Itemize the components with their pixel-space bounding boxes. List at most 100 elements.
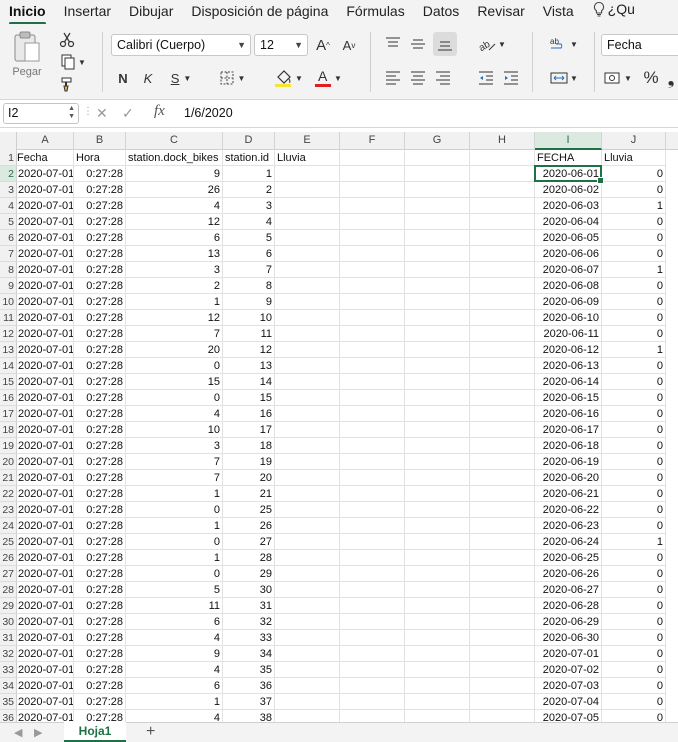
fill-color-button[interactable]: ▼	[268, 65, 308, 91]
cell-j23[interactable]: 0	[602, 502, 666, 518]
row-header[interactable]: 29	[0, 598, 17, 614]
align-center-button[interactable]	[408, 68, 428, 88]
cell-g26[interactable]	[405, 550, 470, 566]
cell-h33[interactable]	[470, 662, 535, 678]
cell-i30[interactable]: 2020-06-29	[535, 614, 602, 630]
cell-j8[interactable]: 1	[602, 262, 666, 278]
cell-g14[interactable]	[405, 358, 470, 374]
cell-f33[interactable]	[340, 662, 405, 678]
cell-g27[interactable]	[405, 566, 470, 582]
cell-j32[interactable]: 0	[602, 646, 666, 662]
cell-h12[interactable]	[470, 326, 535, 342]
row-header[interactable]: 2	[0, 166, 17, 182]
cell-i17[interactable]: 2020-06-16	[535, 406, 602, 422]
cell-a16[interactable]: 2020-07-01	[17, 390, 74, 406]
cell-c29[interactable]: 11	[126, 598, 223, 614]
cell-a5[interactable]: 2020-07-01	[17, 214, 74, 230]
cell-a36[interactable]: 2020-07-01	[17, 710, 74, 722]
cell-i24[interactable]: 2020-06-23	[535, 518, 602, 534]
decrease-font-size-button[interactable]: Av	[338, 35, 360, 55]
cell-j18[interactable]: 0	[602, 422, 666, 438]
cell-h27[interactable]	[470, 566, 535, 582]
underline-button[interactable]: S ▼	[164, 67, 198, 89]
cell-i31[interactable]: 2020-06-30	[535, 630, 602, 646]
cell-f20[interactable]	[340, 454, 405, 470]
cell-i15[interactable]: 2020-06-14	[535, 374, 602, 390]
cell-d9[interactable]: 8	[223, 278, 275, 294]
cell-j4[interactable]: 1	[602, 198, 666, 214]
font-size-dropdown[interactable]: 12 ▼	[254, 34, 308, 56]
cell-f25[interactable]	[340, 534, 405, 550]
row-header[interactable]: 9	[0, 278, 17, 294]
cell-h6[interactable]	[470, 230, 535, 246]
cell-i9[interactable]: 2020-06-08	[535, 278, 602, 294]
cell-e24[interactable]	[275, 518, 340, 534]
cell-i35[interactable]: 2020-07-04	[535, 694, 602, 710]
cell-i5[interactable]: 2020-06-04	[535, 214, 602, 230]
cell-g6[interactable]	[405, 230, 470, 246]
cell-a19[interactable]: 2020-07-01	[17, 438, 74, 454]
cell-f3[interactable]	[340, 182, 405, 198]
cell-b4[interactable]: 0:27:28	[74, 198, 126, 214]
cell-e34[interactable]	[275, 678, 340, 694]
cell-i25[interactable]: 2020-06-24	[535, 534, 602, 550]
row-header[interactable]: 32	[0, 646, 17, 662]
cell-a4[interactable]: 2020-07-01	[17, 198, 74, 214]
cell-d19[interactable]: 18	[223, 438, 275, 454]
cell-h3[interactable]	[470, 182, 535, 198]
cell-h17[interactable]	[470, 406, 535, 422]
cell-f35[interactable]	[340, 694, 405, 710]
cell-d7[interactable]: 6	[223, 246, 275, 262]
cell-g31[interactable]	[405, 630, 470, 646]
column-header-a[interactable]: A	[17, 132, 74, 150]
cell-a14[interactable]: 2020-07-01	[17, 358, 74, 374]
row-header[interactable]: 23	[0, 502, 17, 518]
row-header[interactable]: 24	[0, 518, 17, 534]
comma-style-button[interactable]: ❟	[664, 68, 678, 88]
cell-c6[interactable]: 6	[126, 230, 223, 246]
cell-g30[interactable]	[405, 614, 470, 630]
row-header[interactable]: 22	[0, 486, 17, 502]
cell-a22[interactable]: 2020-07-01	[17, 486, 74, 502]
cell-c23[interactable]: 0	[126, 502, 223, 518]
cell-d20[interactable]: 19	[223, 454, 275, 470]
cell-b36[interactable]: 0:27:28	[74, 710, 126, 722]
row-header[interactable]: 7	[0, 246, 17, 262]
cell-j17[interactable]: 0	[602, 406, 666, 422]
cell-j25[interactable]: 1	[602, 534, 666, 550]
cell-h15[interactable]	[470, 374, 535, 390]
cell-d35[interactable]: 37	[223, 694, 275, 710]
cell-g25[interactable]	[405, 534, 470, 550]
cell-d23[interactable]: 25	[223, 502, 275, 518]
cell-f22[interactable]	[340, 486, 405, 502]
row-header[interactable]: 30	[0, 614, 17, 630]
cell-i11[interactable]: 2020-06-10	[535, 310, 602, 326]
cell-h24[interactable]	[470, 518, 535, 534]
column-header-i[interactable]: I	[535, 132, 602, 150]
wrap-text-button[interactable]: ab ▼	[546, 34, 582, 54]
cell-d16[interactable]: 15	[223, 390, 275, 406]
row-header[interactable]: 15	[0, 374, 17, 390]
cell-f26[interactable]	[340, 550, 405, 566]
cell-a17[interactable]: 2020-07-01	[17, 406, 74, 422]
cell-f10[interactable]	[340, 294, 405, 310]
cell-f15[interactable]	[340, 374, 405, 390]
cell-f36[interactable]	[340, 710, 405, 722]
cell-f6[interactable]	[340, 230, 405, 246]
cell-j12[interactable]: 0	[602, 326, 666, 342]
cell-d2[interactable]: 1	[223, 166, 275, 182]
cell-j35[interactable]: 0	[602, 694, 666, 710]
row-header[interactable]: 17	[0, 406, 17, 422]
cell-h9[interactable]	[470, 278, 535, 294]
row-header[interactable]: 31	[0, 630, 17, 646]
cell-f32[interactable]	[340, 646, 405, 662]
cell-a31[interactable]: 2020-07-01	[17, 630, 74, 646]
cell-a25[interactable]: 2020-07-01	[17, 534, 74, 550]
cell-g7[interactable]	[405, 246, 470, 262]
cell-c11[interactable]: 12	[126, 310, 223, 326]
tab-disposicion-pagina[interactable]: Disposición de página	[182, 0, 337, 24]
cell-d14[interactable]: 13	[223, 358, 275, 374]
cell-a27[interactable]: 2020-07-01	[17, 566, 74, 582]
cell-e2[interactable]	[275, 166, 340, 182]
cell-j15[interactable]: 0	[602, 374, 666, 390]
